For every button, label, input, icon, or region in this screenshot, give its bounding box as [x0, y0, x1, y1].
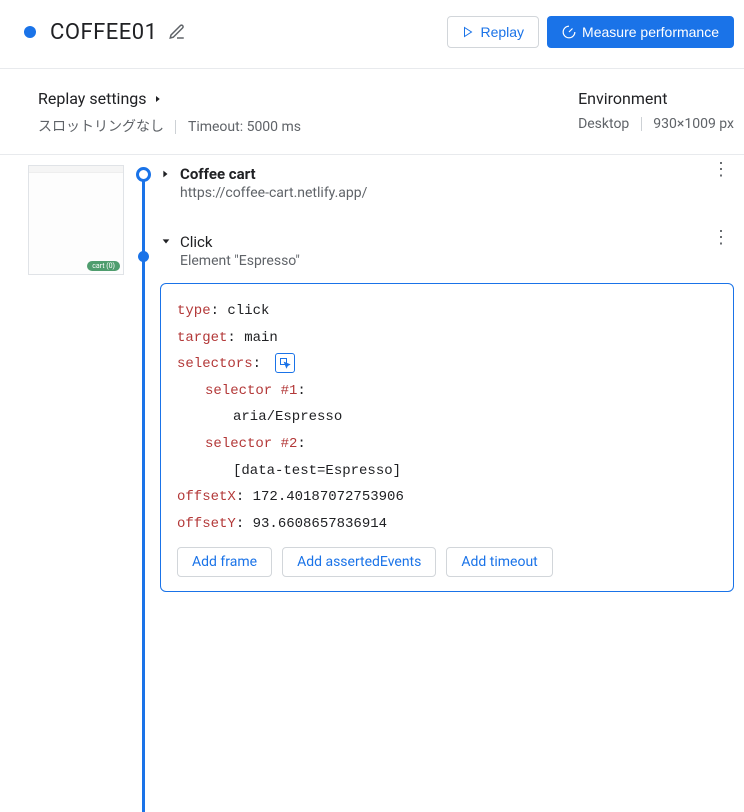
settings-row: Replay settings スロットリングなし Timeout: 5000 … [0, 69, 744, 155]
measure-button-label: Measure performance [582, 24, 719, 40]
add-frame-button[interactable]: Add frame [177, 547, 272, 577]
content-area: cart (0) Coffee cart https://coffee-cart… [0, 155, 744, 622]
step-detail-panel: type: click target: main selectors: sele… [160, 283, 734, 592]
step-menu-button[interactable]: ⋮ [712, 165, 730, 175]
steps-list: Coffee cart https://coffee-cart.netlify.… [154, 165, 734, 612]
measure-performance-button[interactable]: Measure performance [547, 16, 734, 48]
detail-val-sel1: : [297, 383, 305, 399]
step-item-navigate: Coffee cart https://coffee-cart.netlify.… [160, 165, 734, 201]
step-menu-button[interactable]: ⋮ [712, 233, 730, 243]
detail-sel2-value: [data-test=Espresso] [233, 463, 401, 479]
detail-val-type: : click [211, 303, 270, 319]
gauge-icon [562, 25, 576, 39]
play-icon [462, 26, 474, 38]
replay-button-label: Replay [480, 24, 524, 40]
detail-val-selectors: : [253, 356, 261, 372]
detail-key-offsety: offsetY [177, 516, 236, 532]
timeline [132, 165, 154, 612]
thumbnail-cart-badge: cart (0) [87, 261, 120, 271]
throttling-value: スロットリングなし [38, 119, 164, 135]
header-bar: COFFEE01 Replay Measure performance [0, 0, 744, 69]
detail-key-selectors: selectors [177, 356, 253, 372]
environment-size: 930×1009 px [653, 116, 734, 132]
edit-icon[interactable] [168, 23, 186, 41]
detail-sel1-value: aria/Espresso [233, 409, 342, 425]
chevron-right-icon [153, 93, 162, 105]
detail-val-offsety: : 93.6608657836914 [236, 516, 387, 532]
detail-key-target: target [177, 330, 227, 346]
step-header[interactable]: Coffee cart [160, 165, 734, 183]
recording-indicator [24, 26, 36, 38]
step-header[interactable]: Click [160, 233, 734, 251]
add-asserted-events-button[interactable]: Add assertedEvents [282, 547, 436, 577]
replay-settings-label: Replay settings [38, 89, 147, 108]
selector-picker-icon[interactable] [275, 353, 295, 373]
timeline-line [142, 173, 145, 812]
timeline-start-marker [136, 167, 151, 182]
step-subtitle: Element "Espresso" [180, 253, 734, 269]
timeout-value: Timeout: 5000 ms [188, 119, 301, 135]
timeline-step-marker [138, 251, 149, 262]
environment-device: Desktop [578, 116, 629, 132]
environment-header: Environment [578, 89, 734, 108]
detail-key-offsetx: offsetX [177, 489, 236, 505]
recording-title: COFFEE01 [50, 20, 158, 45]
chevron-down-icon [160, 236, 172, 246]
detail-val-sel2: : [297, 436, 305, 452]
step-title: Click [180, 233, 213, 251]
page-thumbnail[interactable]: cart (0) [28, 165, 124, 275]
chevron-right-icon [160, 168, 172, 180]
replay-settings-header[interactable]: Replay settings [38, 89, 558, 108]
add-timeout-button[interactable]: Add timeout [446, 547, 552, 577]
detail-key-sel2: selector #2 [205, 436, 297, 452]
separator [175, 120, 176, 134]
detail-val-target: : main [227, 330, 277, 346]
environment-label: Environment [578, 89, 667, 108]
step-title: Coffee cart [180, 165, 256, 183]
step-item-click: Click Element "Espresso" ⋮ type: click t… [160, 233, 734, 592]
thumbnail-topbar [29, 166, 123, 173]
detail-val-offsetx: : 172.40187072753906 [236, 489, 404, 505]
replay-button[interactable]: Replay [447, 16, 539, 48]
detail-key-type: type [177, 303, 211, 319]
detail-key-sel1: selector #1 [205, 383, 297, 399]
separator [641, 117, 642, 131]
step-subtitle: https://coffee-cart.netlify.app/ [180, 185, 734, 201]
